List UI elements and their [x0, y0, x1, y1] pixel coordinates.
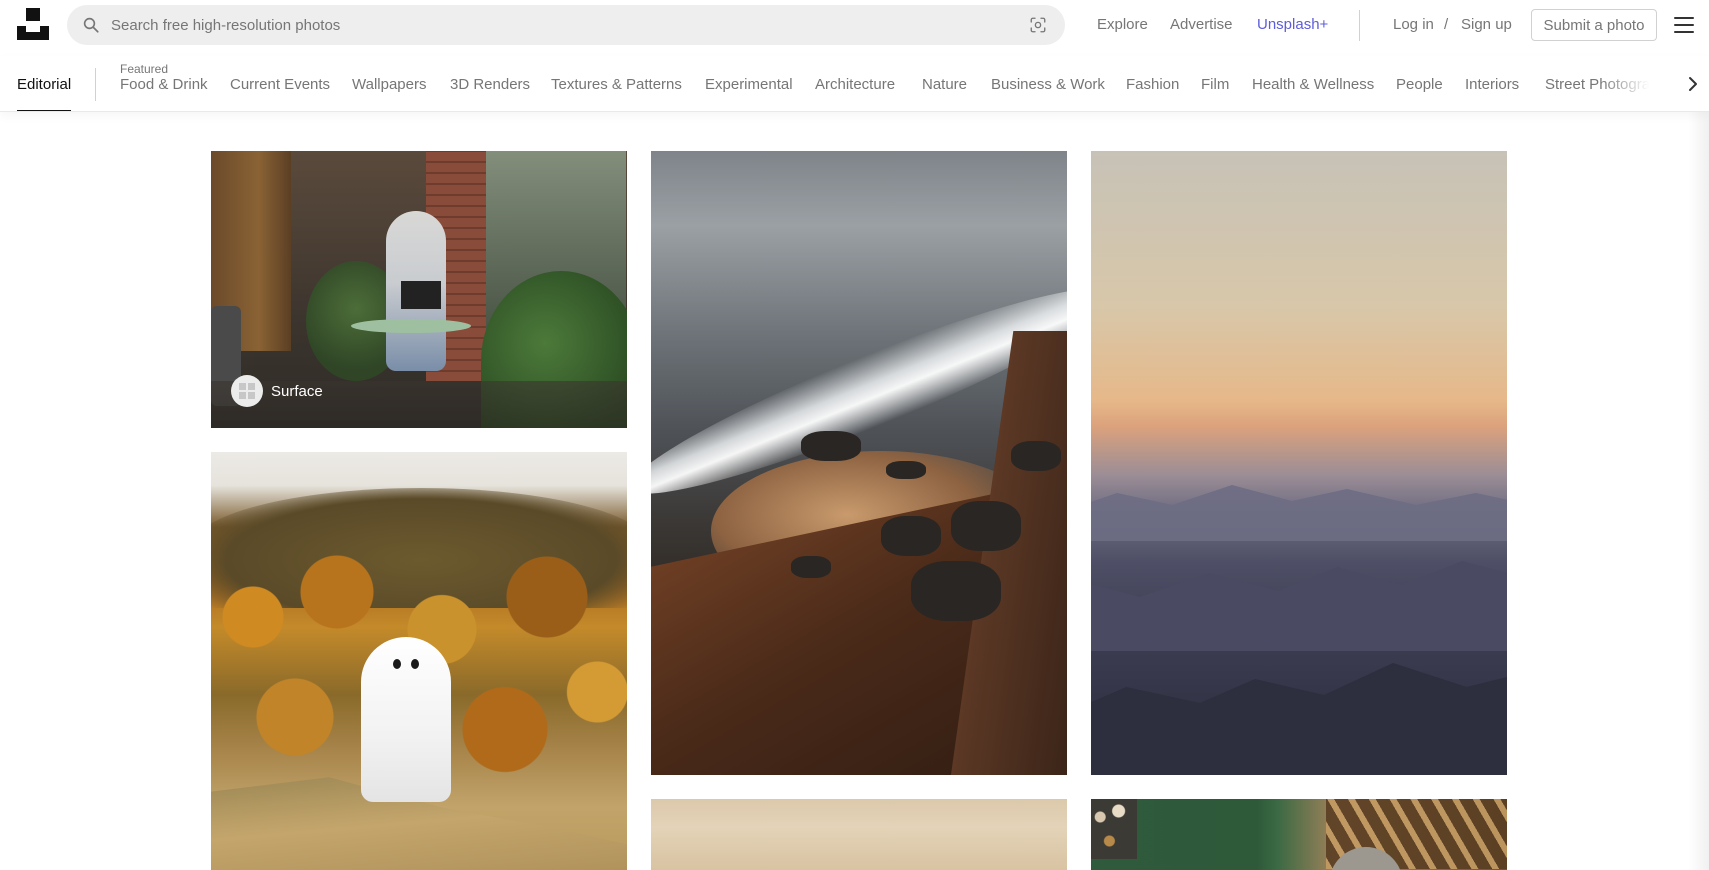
category-wallpapers[interactable]: Wallpapers: [352, 76, 426, 93]
visual-search-icon[interactable]: [1029, 16, 1047, 34]
search-bar[interactable]: [67, 5, 1065, 45]
search-input[interactable]: [111, 5, 1011, 45]
author-name: Surface: [271, 382, 323, 400]
top-bar: Explore Advertise Unsplash+ Log in / Sig…: [0, 0, 1709, 50]
photo-card[interactable]: [651, 799, 1067, 870]
nav-unsplash-plus[interactable]: Unsplash+: [1257, 16, 1328, 33]
category-film[interactable]: Film: [1201, 76, 1229, 93]
photo-card[interactable]: [211, 452, 627, 870]
category-experimental[interactable]: Experimental: [705, 76, 793, 93]
photo-card[interactable]: [1091, 799, 1507, 870]
category-people[interactable]: People: [1396, 76, 1443, 93]
category-bar: Editorial Featured Food & Drink Current …: [0, 56, 1709, 112]
active-tab-indicator: [17, 110, 71, 111]
nav-explore[interactable]: Explore: [1097, 16, 1148, 33]
category-health-wellness[interactable]: Health & Wellness: [1252, 76, 1374, 93]
submit-photo-button[interactable]: Submit a photo: [1531, 9, 1657, 41]
category-textures-patterns[interactable]: Textures & Patterns: [551, 76, 682, 93]
category-current-events[interactable]: Current Events: [230, 76, 330, 93]
search-icon[interactable]: [82, 16, 100, 34]
menu-icon[interactable]: [1674, 17, 1694, 33]
chevron-right-icon[interactable]: [1686, 74, 1700, 94]
nav-advertise[interactable]: Advertise: [1170, 16, 1233, 33]
category-fashion[interactable]: Fashion: [1126, 76, 1179, 93]
nav-divider: [1359, 10, 1360, 41]
photo-card[interactable]: [1091, 151, 1507, 775]
category-interiors[interactable]: Interiors: [1465, 76, 1519, 93]
auth-separator: /: [1444, 16, 1449, 33]
scroll-shadow: [1688, 112, 1709, 870]
category-nature[interactable]: Nature: [922, 76, 967, 93]
microsoft-logo-icon: [231, 375, 263, 407]
signup-link[interactable]: Sign up: [1461, 16, 1512, 33]
category-3d-renders[interactable]: 3D Renders: [450, 76, 530, 93]
photo-card[interactable]: Surface: [211, 151, 627, 428]
photo-author[interactable]: Surface: [231, 375, 323, 407]
category-business-work[interactable]: Business & Work: [991, 76, 1105, 93]
featured-label: Featured: [120, 62, 169, 76]
unsplash-logo-icon[interactable]: [17, 8, 49, 40]
login-link[interactable]: Log in: [1393, 16, 1434, 33]
tab-editorial[interactable]: Editorial: [17, 76, 71, 93]
photo-card[interactable]: [651, 151, 1067, 775]
category-architecture[interactable]: Architecture: [815, 76, 895, 93]
category-divider: [95, 68, 96, 101]
category-food-drink[interactable]: Food & Drink: [120, 76, 208, 93]
